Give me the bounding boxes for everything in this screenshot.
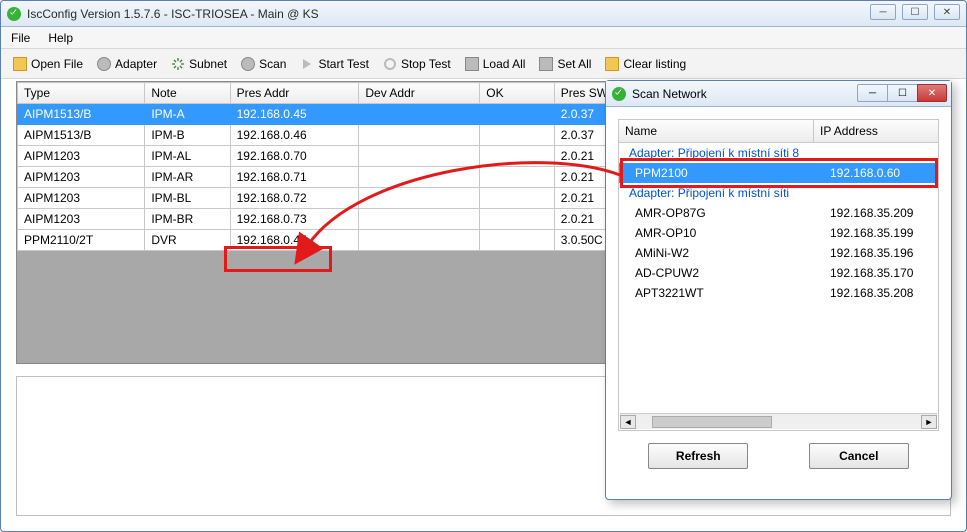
scan-list-row[interactable]: AMiNi-W2192.168.35.196 xyxy=(619,243,938,263)
table-cell xyxy=(480,188,554,209)
table-cell: AIPM1203 xyxy=(18,146,145,167)
scan-network-dialog: Scan Network ─ ☐ ✕ Name IP Address Adapt… xyxy=(605,80,952,500)
minimize-button[interactable]: ─ xyxy=(870,4,896,20)
close-button[interactable]: ✕ xyxy=(934,4,960,20)
menu-help[interactable]: Help xyxy=(48,31,73,45)
clear-icon xyxy=(605,57,619,71)
scan-list-row[interactable]: APT3221WT192.168.35.208 xyxy=(619,283,938,303)
table-cell: AIPM1203 xyxy=(18,209,145,230)
table-cell xyxy=(359,230,480,251)
download-icon xyxy=(465,57,479,71)
menu-file[interactable]: File xyxy=(11,31,30,45)
subnet-button[interactable]: Subnet xyxy=(165,52,233,76)
titlebar: IscConfig Version 1.5.7.6 - ISC-TRIOSEA … xyxy=(1,1,966,27)
table-cell xyxy=(359,104,480,125)
col-note[interactable]: Note xyxy=(145,83,230,104)
table-cell: PPM2110/2T xyxy=(18,230,145,251)
table-cell: IPM-A xyxy=(145,104,230,125)
table-cell: IPM-AL xyxy=(145,146,230,167)
table-cell: 192.168.0.71 xyxy=(230,167,359,188)
table-cell xyxy=(480,104,554,125)
stop-icon xyxy=(383,57,397,71)
table-cell: 192.168.0.47 xyxy=(230,230,359,251)
col-type[interactable]: Type xyxy=(18,83,145,104)
table-cell xyxy=(359,167,480,188)
table-cell: IPM-BR xyxy=(145,209,230,230)
scan-button[interactable]: Scan xyxy=(235,52,292,76)
maximize-button[interactable]: ☐ xyxy=(902,4,928,20)
scroll-thumb[interactable] xyxy=(652,416,772,428)
scan-close-button[interactable]: ✕ xyxy=(917,84,947,102)
table-cell: DVR xyxy=(145,230,230,251)
folder-icon xyxy=(13,57,27,71)
start-test-button[interactable]: Start Test xyxy=(294,52,374,76)
table-cell: AIPM1513/B xyxy=(18,104,145,125)
scan-minimize-button[interactable]: ─ xyxy=(857,84,887,102)
table-cell xyxy=(359,146,480,167)
col-dev-addr[interactable]: Dev Addr xyxy=(359,83,480,104)
table-cell: 192.168.0.45 xyxy=(230,104,359,125)
table-cell xyxy=(480,125,554,146)
scan-col-ip[interactable]: IP Address xyxy=(814,120,938,142)
table-cell xyxy=(359,188,480,209)
scan-adapter-row: Adapter: Připojení k místní síti 8 xyxy=(619,143,938,163)
menubar: File Help xyxy=(1,27,966,49)
adapter-button[interactable]: Adapter xyxy=(91,52,163,76)
table-cell: AIPM1203 xyxy=(18,188,145,209)
scan-icon xyxy=(612,87,626,101)
table-cell: IPM-B xyxy=(145,125,230,146)
table-cell xyxy=(359,209,480,230)
scan-titlebar: Scan Network ─ ☐ ✕ xyxy=(606,81,951,107)
window-title: IscConfig Version 1.5.7.6 - ISC-TRIOSEA … xyxy=(27,7,319,21)
col-pres-addr[interactable]: Pres Addr xyxy=(230,83,359,104)
table-cell xyxy=(359,125,480,146)
clear-listing-button[interactable]: Clear listing xyxy=(599,52,692,76)
scan-list-row[interactable]: AD-CPUW2192.168.35.170 xyxy=(619,263,938,283)
table-cell: 192.168.0.70 xyxy=(230,146,359,167)
table-cell xyxy=(480,146,554,167)
scan-icon xyxy=(241,57,255,71)
stop-test-button[interactable]: Stop Test xyxy=(377,52,457,76)
subnet-icon xyxy=(171,57,185,71)
toolbar: Open File Adapter Subnet Scan Start Test… xyxy=(1,49,966,79)
set-all-button[interactable]: Set All xyxy=(533,52,597,76)
table-cell: IPM-AR xyxy=(145,167,230,188)
scan-title-text: Scan Network xyxy=(632,87,707,101)
col-ok1[interactable]: OK xyxy=(480,83,554,104)
play-icon xyxy=(300,57,314,71)
open-file-button[interactable]: Open File xyxy=(7,52,89,76)
scan-list-row[interactable]: PPM2100192.168.0.60 xyxy=(619,163,938,183)
scan-list-row[interactable]: AMR-OP10192.168.35.199 xyxy=(619,223,938,243)
upload-icon xyxy=(539,57,553,71)
table-cell: 192.168.0.72 xyxy=(230,188,359,209)
table-cell xyxy=(480,167,554,188)
scan-hscrollbar[interactable]: ◄ ► xyxy=(620,413,937,429)
scan-adapter-row: Adapter: Připojení k místní síti xyxy=(619,183,938,203)
refresh-button[interactable]: Refresh xyxy=(648,443,748,469)
table-cell: 192.168.0.73 xyxy=(230,209,359,230)
scroll-right-icon[interactable]: ► xyxy=(921,415,937,429)
cancel-button[interactable]: Cancel xyxy=(809,443,909,469)
table-cell: 192.168.0.46 xyxy=(230,125,359,146)
table-cell: AIPM1203 xyxy=(18,167,145,188)
scan-maximize-button[interactable]: ☐ xyxy=(887,84,917,102)
load-all-button[interactable]: Load All xyxy=(459,52,532,76)
scan-result-list[interactable]: Name IP Address Adapter: Připojení k mís… xyxy=(618,119,939,431)
table-cell: AIPM1513/B xyxy=(18,125,145,146)
scan-col-name[interactable]: Name xyxy=(619,120,814,142)
table-cell: IPM-BL xyxy=(145,188,230,209)
scroll-left-icon[interactable]: ◄ xyxy=(620,415,636,429)
adapter-icon xyxy=(97,57,111,71)
table-cell xyxy=(480,209,554,230)
table-cell xyxy=(480,230,554,251)
app-icon xyxy=(7,7,21,21)
scan-list-row[interactable]: AMR-OP87G192.168.35.209 xyxy=(619,203,938,223)
